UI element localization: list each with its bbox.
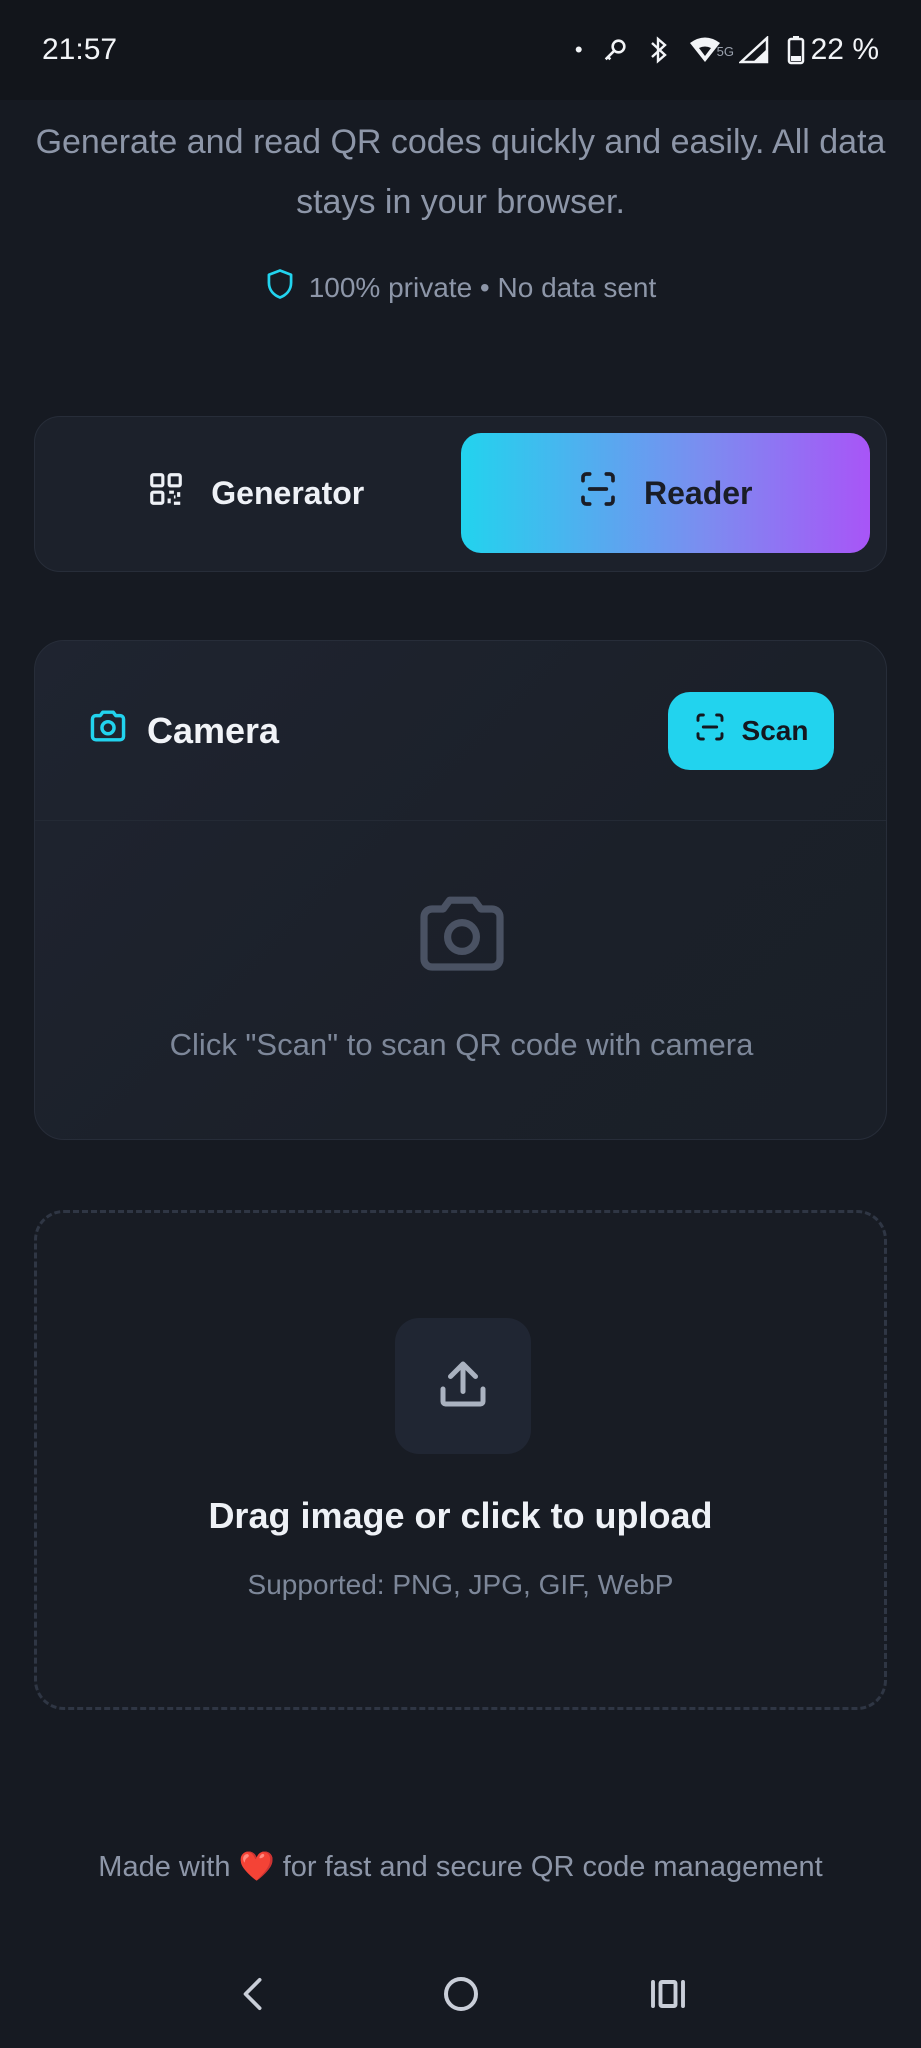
scan-button-label: Scan — [741, 714, 809, 746]
status-bar: 21:57 • 5G 22 % — [0, 0, 921, 100]
recent-apps-button[interactable] — [628, 1954, 708, 2034]
scan-button[interactable]: Scan — [668, 691, 834, 770]
camera-icon — [87, 707, 129, 754]
app-page: 21:57 • 5G 22 % Generate and read QR cod… — [0, 0, 921, 2048]
status-icons: • 5G 22 % — [575, 33, 879, 67]
footer: Made with ❤️ for fast and secure QR code… — [0, 1850, 921, 1884]
mode-tabs: Generator Reader — [34, 416, 887, 572]
upload-icon — [433, 1354, 493, 1419]
upload-icon-box — [395, 1318, 531, 1454]
tab-generator[interactable]: Generator — [51, 433, 461, 553]
scan-button-icon — [694, 711, 726, 750]
camera-title-text: Camera — [147, 709, 280, 751]
scan-icon — [578, 469, 618, 517]
notification-dot: • — [574, 37, 583, 62]
privacy-text: 100% private • No data sent — [308, 271, 657, 303]
upload-supported-formats: Supported: PNG, JPG, GIF, WebP — [247, 1569, 674, 1600]
back-button[interactable] — [214, 1954, 294, 2034]
camera-placeholder-icon — [413, 891, 511, 980]
vpn-key-icon — [601, 34, 629, 66]
camera-header: Camera Scan — [35, 641, 886, 821]
shield-icon — [265, 268, 295, 307]
bluetooth-icon — [647, 34, 671, 66]
battery-icon — [787, 34, 805, 66]
cell-signal-icon: 5G — [717, 34, 769, 66]
qr-code-icon — [147, 470, 185, 516]
tab-reader[interactable]: Reader — [460, 433, 870, 553]
upload-dropzone[interactable]: Drag image or click to upload Supported:… — [34, 1210, 887, 1710]
footer-text-before: Made with — [98, 1851, 231, 1883]
status-time: 21:57 — [42, 33, 118, 66]
tab-generator-label: Generator — [211, 474, 365, 511]
camera-hint: Click "Scan" to scan QR code with camera — [169, 1027, 754, 1062]
camera-panel: Camera Scan Click "Scan" to scan QR code… — [34, 640, 887, 1140]
system-nav-bar — [0, 1940, 921, 2048]
battery-percent: 22 % — [810, 33, 879, 66]
upload-title: Drag image or click to upload — [208, 1495, 713, 1536]
privacy-note: 100% private • No data sent — [0, 268, 921, 307]
home-button[interactable] — [421, 1954, 501, 2034]
camera-viewport: Click "Scan" to scan QR code with camera — [35, 821, 886, 1139]
footer-text-after: for fast and secure QR code management — [282, 1851, 823, 1883]
heart-icon: ❤️ — [238, 1851, 275, 1883]
app-description: Generate and read QR codes quickly and e… — [35, 123, 886, 221]
camera-title: Camera — [87, 707, 279, 754]
network-type: 5G — [716, 44, 734, 59]
tab-reader-label: Reader — [644, 474, 753, 511]
